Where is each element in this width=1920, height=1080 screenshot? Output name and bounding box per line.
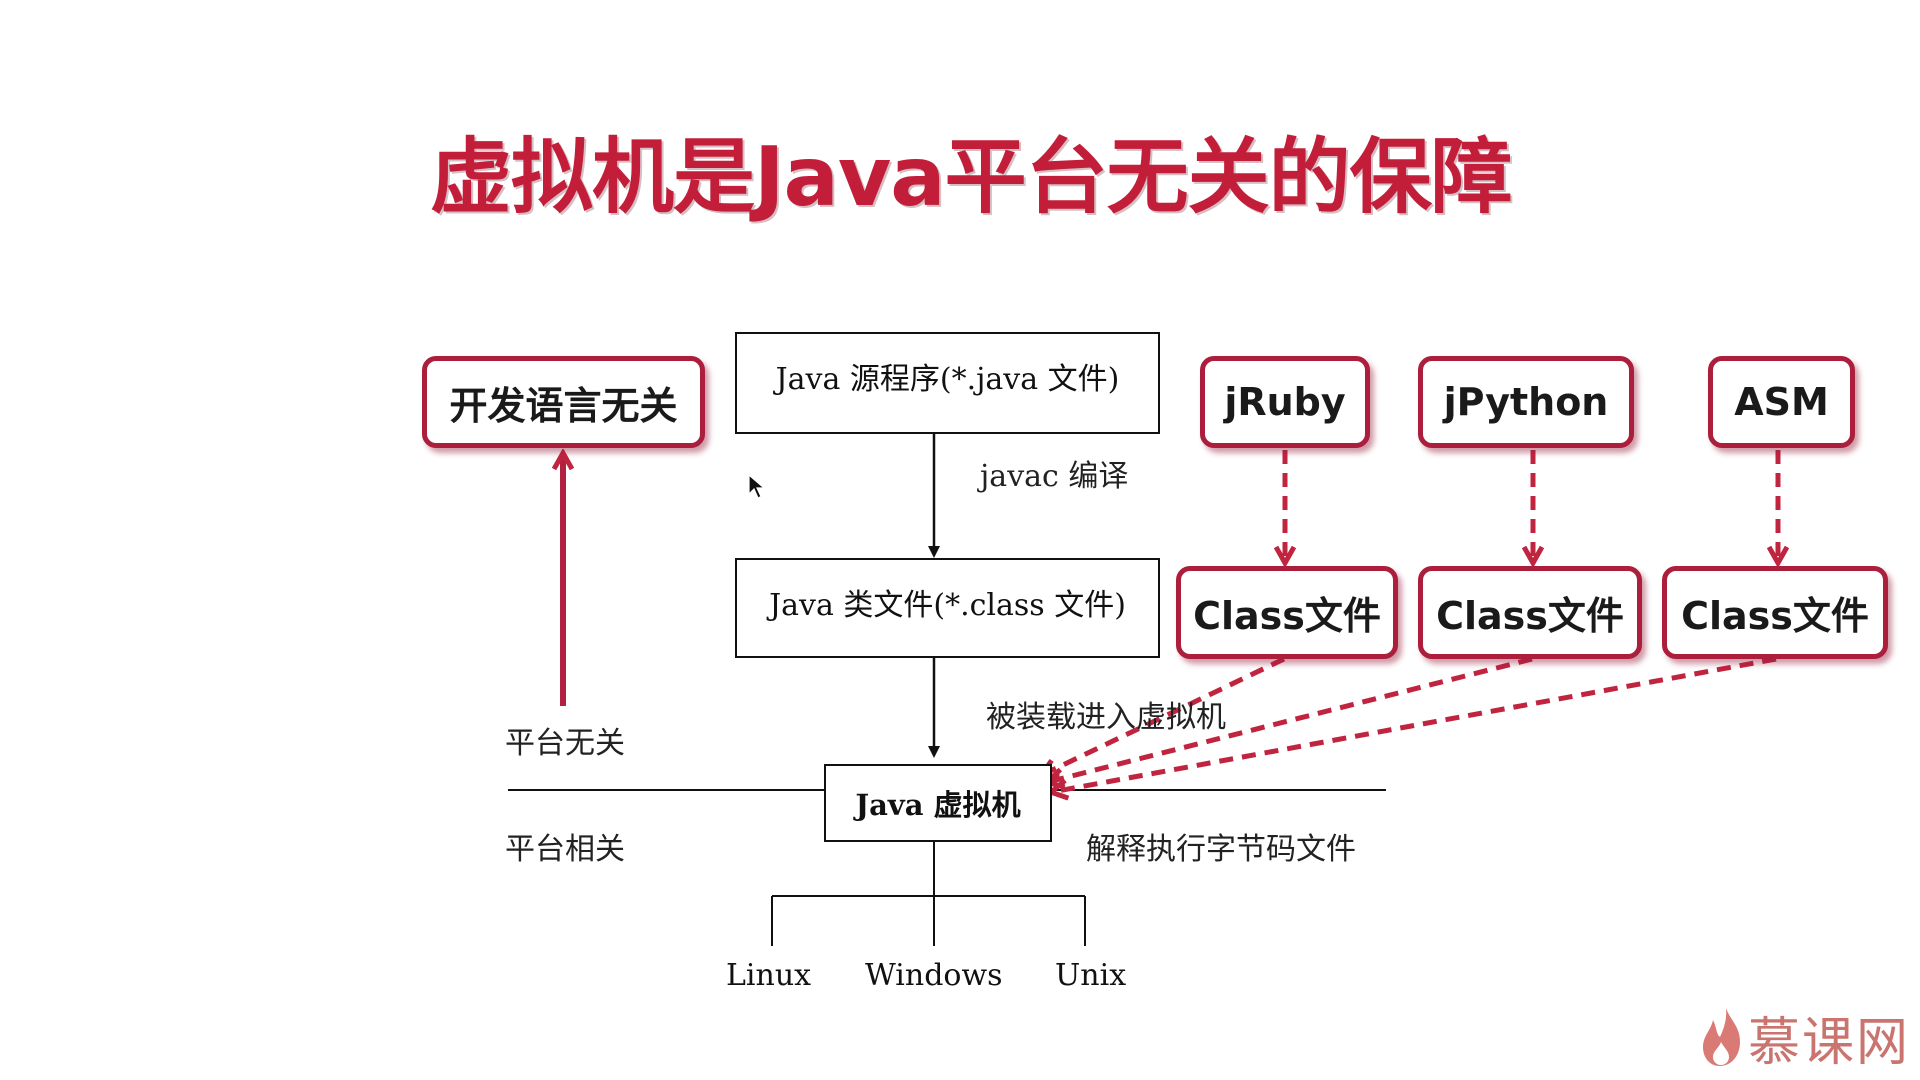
jruby-box: jRuby — [1200, 356, 1370, 448]
jpython-box: jPython — [1418, 356, 1634, 448]
os-windows-label: Windows — [865, 958, 1003, 993]
slide: 虚拟机是Java平台无关的保障 Java 源程序(*.java 文件) Java… — [0, 0, 1920, 1080]
flame-logo-icon — [1703, 1008, 1740, 1066]
os-unix-label: Unix — [1055, 958, 1127, 993]
interpret-bytecode-label: 解释执行字节码文件 — [1086, 832, 1356, 867]
imooc-logo: 慕课网 — [1700, 1002, 1911, 1073]
class-file-box-2: Class文件 — [1418, 566, 1642, 659]
platform-dependent-label: 平台相关 — [505, 832, 625, 867]
loaded-into-vm-label: 被装载进入虚拟机 — [986, 700, 1226, 735]
class-file-box-1: Class文件 — [1176, 566, 1398, 659]
javac-compile-label: javac 编译 — [980, 459, 1129, 494]
diagram-connectors — [508, 433, 1920, 946]
mouse-cursor-icon — [748, 474, 766, 499]
java-class-box: Java 类文件(*.class 文件) — [735, 558, 1160, 658]
language-independent-box: 开发语言无关 — [422, 356, 705, 448]
class-file-box-3: Class文件 — [1662, 566, 1888, 659]
platform-independent-label: 平台无关 — [505, 726, 625, 761]
os-linux-label: Linux — [726, 958, 812, 993]
asm-box: ASM — [1708, 356, 1855, 448]
java-source-box: Java 源程序(*.java 文件) — [735, 332, 1160, 434]
logo-text: 慕课网 — [1748, 1012, 1911, 1073]
jvm-box: Java 虚拟机 — [824, 764, 1052, 842]
